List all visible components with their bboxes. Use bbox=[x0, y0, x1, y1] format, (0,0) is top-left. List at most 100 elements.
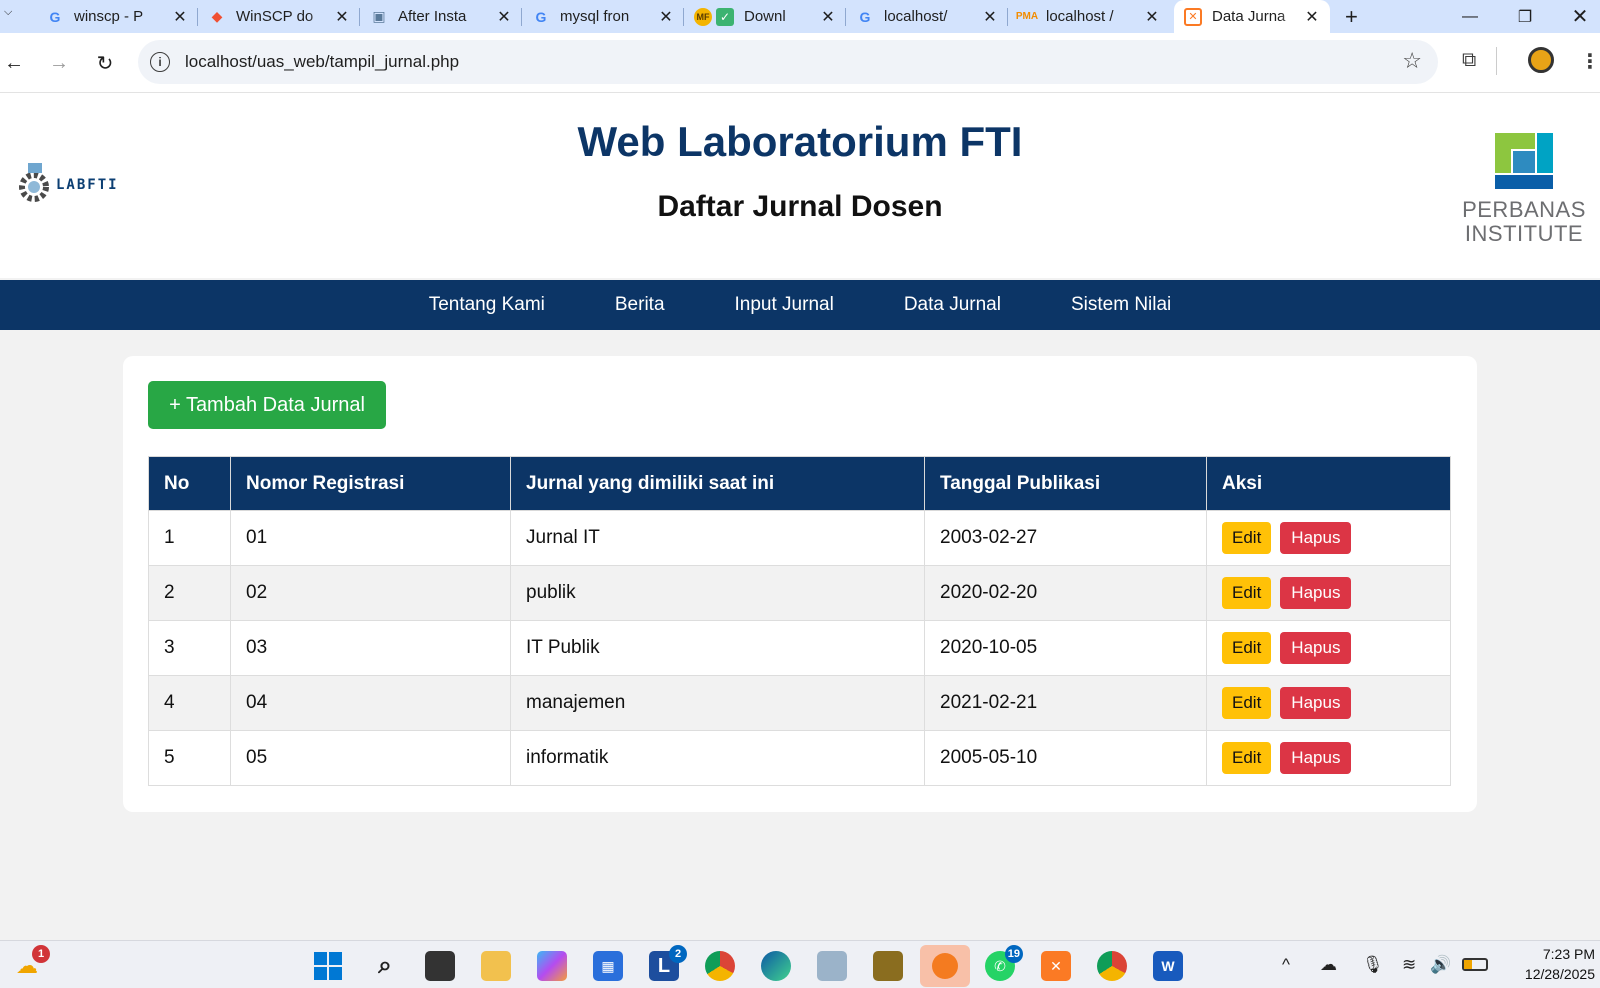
xampp-taskbar-icon[interactable]: ✕ bbox=[1041, 951, 1071, 981]
tab-close-icon[interactable]: ✕ bbox=[1142, 7, 1162, 27]
google-icon: G bbox=[49, 8, 61, 25]
tab-close-icon[interactable]: ✕ bbox=[170, 7, 190, 27]
journal-table: No Nomor Registrasi Jurnal yang dimiliki… bbox=[148, 456, 1451, 786]
task-view-icon[interactable] bbox=[425, 951, 455, 981]
table-row: 4 04 manajemen 2021-02-21 Edit Hapus bbox=[148, 675, 1451, 731]
search-icon[interactable]: ⌕ bbox=[370, 951, 400, 981]
phpmyadmin-icon: PMA bbox=[1015, 11, 1039, 22]
battery-icon[interactable] bbox=[1462, 958, 1488, 971]
cell-registration: 05 bbox=[230, 730, 511, 786]
back-arrow-icon[interactable]: ← bbox=[0, 49, 28, 77]
tab-title: localhost / bbox=[1046, 8, 1114, 25]
reload-icon[interactable]: ↻ bbox=[91, 49, 119, 77]
forward-arrow-icon[interactable]: → bbox=[45, 49, 73, 77]
perbanas-mark-icon bbox=[1495, 133, 1553, 189]
cell-actions: Edit Hapus bbox=[1206, 565, 1451, 621]
browser-tab[interactable]: G winscp - P ✕ bbox=[36, 0, 198, 33]
windows-start-icon[interactable] bbox=[313, 951, 343, 981]
tab-close-icon[interactable]: ✕ bbox=[332, 7, 352, 27]
tab-title: WinSCP do bbox=[236, 8, 314, 25]
browser-tab[interactable]: MF ✓ Downl ✕ bbox=[684, 0, 846, 33]
browser-tab[interactable]: ◆ WinSCP do ✕ bbox=[198, 0, 360, 33]
delete-button[interactable]: Hapus bbox=[1280, 632, 1352, 664]
edit-button[interactable]: Edit bbox=[1222, 742, 1272, 774]
cell-actions: Edit Hapus bbox=[1206, 675, 1451, 731]
delete-button[interactable]: Hapus bbox=[1280, 687, 1352, 719]
tab-close-icon[interactable]: ✕ bbox=[818, 7, 838, 27]
perbanas-logo: PERBANAS INSTITUTE bbox=[1462, 133, 1586, 246]
tab-close-icon[interactable]: ✕ bbox=[980, 7, 1000, 27]
l-app-icon[interactable]: L 2 bbox=[649, 945, 687, 981]
chevron-up-icon[interactable]: ^ bbox=[1282, 955, 1290, 975]
cell-no: 4 bbox=[148, 675, 231, 731]
delete-button[interactable]: Hapus bbox=[1280, 577, 1352, 609]
delete-button[interactable]: Hapus bbox=[1280, 742, 1352, 774]
browser-tab[interactable]: G mysql fron ✕ bbox=[522, 0, 684, 33]
tab-search-chevron-icon[interactable]: ⌵ bbox=[4, 6, 20, 22]
browser-tab[interactable]: ▣ After Insta ✕ bbox=[360, 0, 522, 33]
system-clock[interactable]: 7:23 PM 12/28/2025 bbox=[1500, 944, 1595, 984]
nav-berita[interactable]: Berita bbox=[580, 294, 700, 316]
file-explorer-icon[interactable] bbox=[481, 951, 511, 981]
browser-tab[interactable]: G localhost/ ✕ bbox=[846, 0, 1008, 33]
bookmark-star-icon[interactable]: ☆ bbox=[1402, 48, 1422, 74]
xampp-icon: ✕ bbox=[1184, 7, 1202, 26]
weather-icon[interactable]: ☁ 1 bbox=[12, 945, 50, 981]
tab-close-icon[interactable]: ✕ bbox=[1302, 7, 1322, 27]
extensions-puzzle-icon[interactable]: ⧉ bbox=[1462, 49, 1476, 72]
copilot-icon[interactable] bbox=[537, 951, 567, 981]
edit-button[interactable]: Edit bbox=[1222, 632, 1272, 664]
window-close-icon[interactable]: ✕ bbox=[1555, 0, 1600, 33]
nav-tentang-kami[interactable]: Tentang Kami bbox=[394, 294, 580, 316]
cell-actions: Edit Hapus bbox=[1206, 620, 1451, 676]
volume-icon[interactable]: 🔊 bbox=[1430, 955, 1451, 975]
cell-date: 2020-02-20 bbox=[924, 565, 1207, 621]
delete-button[interactable]: Hapus bbox=[1280, 522, 1352, 554]
site-info-icon[interactable]: i bbox=[150, 52, 170, 72]
tab-close-icon[interactable]: ✕ bbox=[494, 7, 514, 27]
chrome-icon[interactable] bbox=[705, 951, 735, 981]
vpn-app-icon[interactable] bbox=[920, 945, 970, 987]
new-tab-icon[interactable]: + bbox=[1345, 0, 1358, 33]
wifi-icon[interactable]: ≋ bbox=[1402, 955, 1416, 975]
edit-button[interactable]: Edit bbox=[1222, 687, 1272, 719]
onedrive-icon[interactable]: ☁ bbox=[1320, 955, 1337, 975]
nav-input-jurnal[interactable]: Input Jurnal bbox=[700, 294, 869, 316]
minimize-icon[interactable]: — bbox=[1445, 0, 1495, 33]
filezilla-icon[interactable] bbox=[873, 951, 903, 981]
restore-icon[interactable]: ❐ bbox=[1500, 0, 1550, 33]
url-text[interactable]: localhost/uas_web/tampil_jurnal.php bbox=[185, 52, 459, 72]
edit-button[interactable]: Edit bbox=[1222, 522, 1272, 554]
profile-avatar-icon[interactable] bbox=[1528, 47, 1554, 73]
browser-tab[interactable]: PMA localhost / ✕ bbox=[1008, 0, 1170, 33]
cell-journal: Jurnal IT bbox=[510, 510, 925, 566]
add-journal-button[interactable]: + Tambah Data Jurnal bbox=[148, 381, 386, 429]
store-icon[interactable]: ▦ bbox=[593, 951, 623, 981]
edge-icon[interactable] bbox=[761, 951, 791, 981]
column-header-date: Tanggal Publikasi bbox=[924, 456, 1207, 511]
browser-toolbar: ← → ↻ i localhost/uas_web/tampil_jurnal.… bbox=[0, 33, 1600, 93]
cell-actions: Edit Hapus bbox=[1206, 730, 1451, 786]
cell-registration: 03 bbox=[230, 620, 511, 676]
address-bar[interactable]: i localhost/uas_web/tampil_jurnal.php ☆ bbox=[138, 40, 1438, 84]
clock-date: 12/28/2025 bbox=[1524, 966, 1595, 982]
installer-icon[interactable] bbox=[817, 951, 847, 981]
tab-title: Data Jurna bbox=[1212, 8, 1286, 25]
table-row: 3 03 IT Publik 2020-10-05 Edit Hapus bbox=[148, 620, 1451, 676]
clock-time: 7:23 PM bbox=[1542, 946, 1595, 962]
chrome-profile-icon[interactable] bbox=[1097, 951, 1127, 981]
word-icon[interactable]: W bbox=[1153, 951, 1183, 981]
cell-registration: 01 bbox=[230, 510, 511, 566]
tab-title: Downl bbox=[744, 8, 786, 25]
cell-no: 3 bbox=[148, 620, 231, 676]
column-header-no: No bbox=[148, 456, 231, 511]
whatsapp-icon[interactable]: ✆ 19 bbox=[985, 945, 1023, 981]
edit-button[interactable]: Edit bbox=[1222, 577, 1272, 609]
nav-sistem-nilai[interactable]: Sistem Nilai bbox=[1036, 294, 1206, 316]
browser-tab-active[interactable]: ✕ Data Jurna ✕ bbox=[1174, 0, 1330, 33]
main-navigation: Tentang Kami Berita Input Jurnal Data Ju… bbox=[0, 280, 1600, 330]
nav-data-jurnal[interactable]: Data Jurnal bbox=[869, 294, 1036, 316]
microphone-icon[interactable]: 🎙 bbox=[1362, 955, 1384, 975]
browser-menu-icon[interactable]: ⋮ bbox=[1580, 49, 1600, 74]
tab-close-icon[interactable]: ✕ bbox=[656, 7, 676, 27]
